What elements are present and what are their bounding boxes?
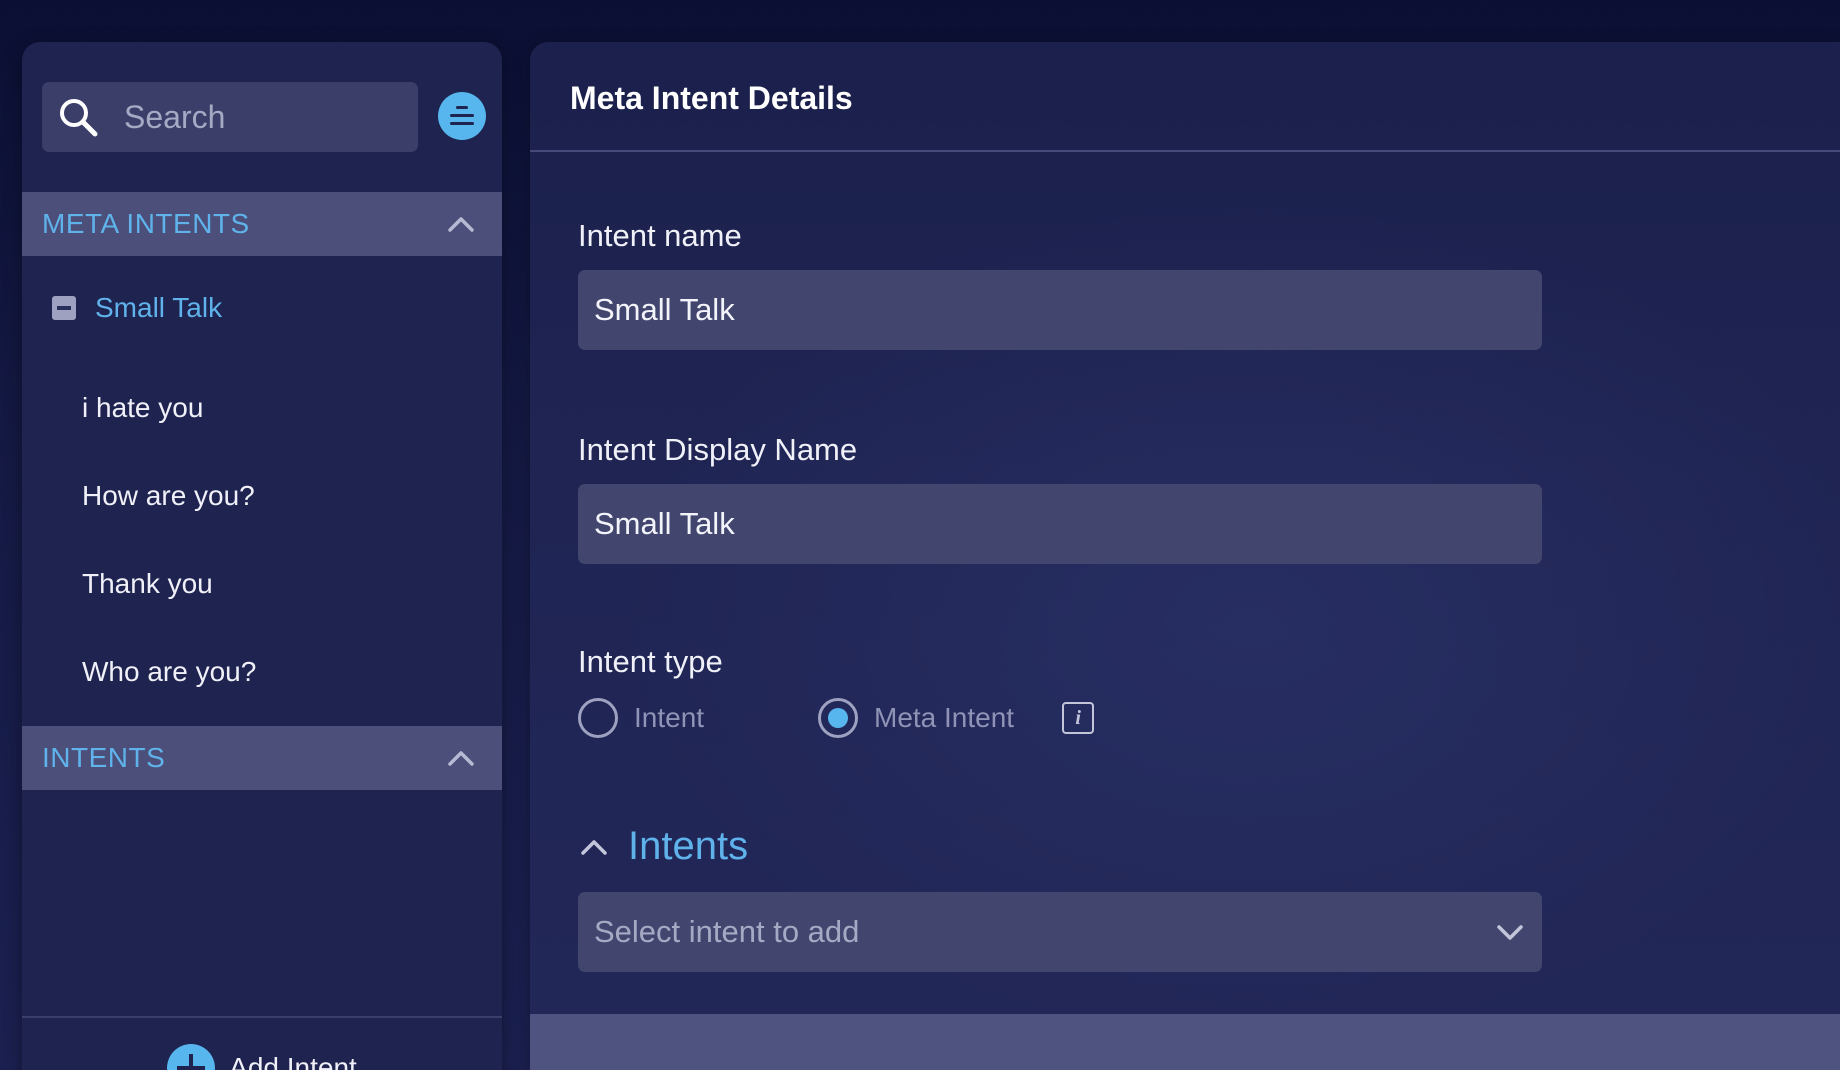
filter-button[interactable]: [438, 92, 486, 140]
chevron-up-icon[interactable]: [444, 207, 478, 241]
add-intent-button[interactable]: Add Intent: [167, 1040, 357, 1070]
intent-name-field[interactable]: [578, 270, 1542, 350]
search-box[interactable]: [42, 82, 418, 152]
tree-child-item[interactable]: Thank you: [82, 568, 213, 600]
tree-child-item[interactable]: How are you?: [82, 480, 255, 512]
intent-type-radio-group: Intent Meta Intent i: [578, 698, 1095, 738]
filter-icon: [450, 106, 474, 125]
radio-meta-intent[interactable]: Meta Intent: [818, 698, 1014, 738]
section-label: INTENTS: [42, 742, 166, 773]
section-header-intents[interactable]: INTENTS: [22, 726, 502, 790]
add-intent-label: Add Intent: [229, 1052, 357, 1070]
section-label: META INTENTS: [42, 208, 250, 239]
intent-name-input[interactable]: [594, 292, 1514, 328]
tree-child-item[interactable]: Who are you?: [82, 656, 256, 688]
search-input[interactable]: [124, 98, 384, 136]
section-header-meta-intents[interactable]: META INTENTS: [22, 192, 502, 256]
chevron-down-icon: [1497, 925, 1523, 940]
chevron-up-icon[interactable]: [444, 741, 478, 775]
footer-bar: [530, 1014, 1840, 1070]
divider: [530, 150, 1840, 152]
collapse-box-icon[interactable]: [52, 296, 76, 320]
select-placeholder: Select intent to add: [594, 914, 860, 949]
radio-circle[interactable]: [578, 698, 618, 738]
intents-section-header[interactable]: Intents: [578, 824, 748, 869]
radio-label: Intent: [634, 702, 705, 733]
tree-item-label: Small Talk: [95, 292, 223, 323]
plus-icon: [167, 1044, 216, 1070]
add-intent-bar: Add Intent: [22, 1016, 502, 1070]
display-name-label: Intent Display Name: [578, 432, 858, 467]
radio-intent[interactable]: Intent: [578, 698, 818, 738]
chevron-up-icon: [581, 839, 607, 855]
radio-label: Meta Intent: [874, 702, 1015, 733]
intent-type-label: Intent type: [578, 644, 723, 679]
info-icon[interactable]: i: [1062, 702, 1095, 734]
page-title: Meta Intent Details: [570, 80, 853, 116]
intents-section-label: Intents: [628, 824, 749, 868]
search-icon: [60, 99, 98, 137]
sidebar: META INTENTS Small Talk i hate you How a…: [22, 42, 502, 1070]
select-intent-dropdown[interactable]: Select intent to add: [578, 892, 1542, 972]
display-name-input[interactable]: [594, 506, 1514, 542]
tree-item-small-talk[interactable]: Small Talk: [52, 292, 222, 324]
radio-circle-selected[interactable]: [818, 698, 858, 738]
display-name-field[interactable]: [578, 484, 1542, 564]
tree-child-item[interactable]: i hate you: [82, 392, 203, 424]
intent-name-label: Intent name: [578, 218, 742, 253]
details-panel: Meta Intent Details Intent name Intent D…: [530, 42, 1840, 1070]
